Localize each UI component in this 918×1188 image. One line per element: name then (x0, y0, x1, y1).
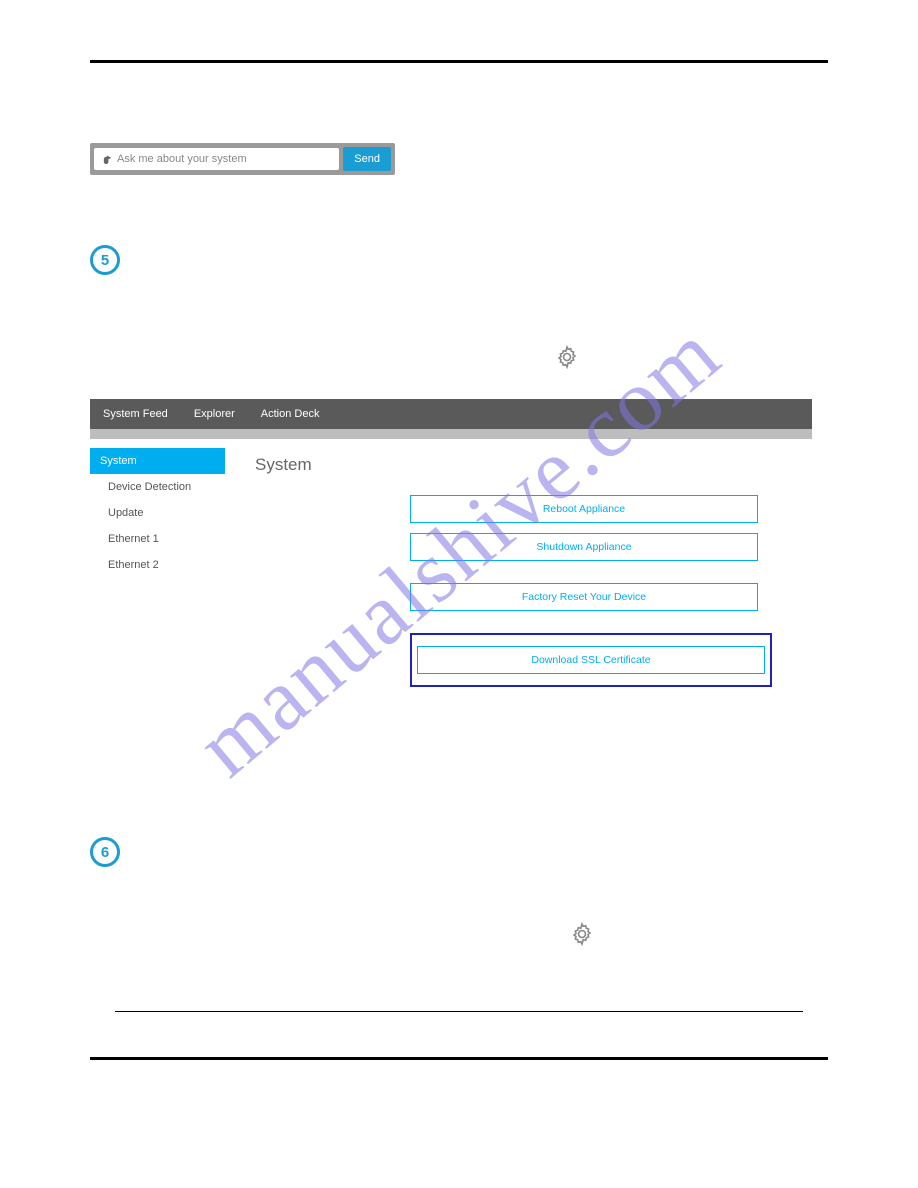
divider (90, 429, 812, 439)
shutdown-appliance-button[interactable]: Shutdown Appliance (410, 533, 758, 561)
bottom-rule-thin (115, 1011, 803, 1012)
bottom-rule-thick (90, 1057, 828, 1060)
tab-system-feed[interactable]: System Feed (90, 399, 181, 429)
app-screenshot: System Feed Explorer Action Deck System … (90, 399, 812, 727)
sidebar-item-device-detection[interactable]: Device Detection (90, 474, 225, 500)
page-title: System (255, 455, 782, 475)
factory-reset-button[interactable]: Factory Reset Your Device (410, 583, 758, 611)
top-rule (90, 60, 828, 63)
tab-explorer[interactable]: Explorer (181, 399, 248, 429)
highlight-frame: Download SSL Certificate (410, 633, 772, 687)
sidebar-item-ethernet-1[interactable]: Ethernet 1 (90, 526, 225, 552)
sidebar-item-update[interactable]: Update (90, 500, 225, 526)
download-ssl-certificate-button[interactable]: Download SSL Certificate (417, 646, 765, 674)
topbar: System Feed Explorer Action Deck (90, 399, 812, 429)
step-5-number: 5 (101, 252, 109, 269)
send-button[interactable]: Send (343, 147, 391, 171)
gear-icon-1 (555, 345, 828, 369)
sidebar: System Device Detection Update Ethernet … (90, 439, 225, 727)
step-6-marker: 6 (90, 837, 120, 867)
gear-icon-2 (570, 922, 828, 946)
search-placeholder: Ask me about your system (117, 153, 247, 165)
tab-action-deck[interactable]: Action Deck (248, 399, 333, 429)
sidebar-item-ethernet-2[interactable]: Ethernet 2 (90, 552, 225, 578)
step-6-number: 6 (101, 844, 109, 861)
reboot-appliance-button[interactable]: Reboot Appliance (410, 495, 758, 523)
gear-icon (570, 922, 828, 946)
step-5-marker: 5 (90, 245, 120, 275)
gear-icon (555, 345, 828, 369)
sidebar-item-system[interactable]: System (90, 448, 225, 474)
search-widget: Ask me about your system Send (90, 143, 395, 175)
dog-icon (102, 154, 113, 165)
search-input[interactable]: Ask me about your system (94, 148, 339, 170)
main-panel: System Reboot Appliance Shutdown Applian… (225, 439, 812, 727)
